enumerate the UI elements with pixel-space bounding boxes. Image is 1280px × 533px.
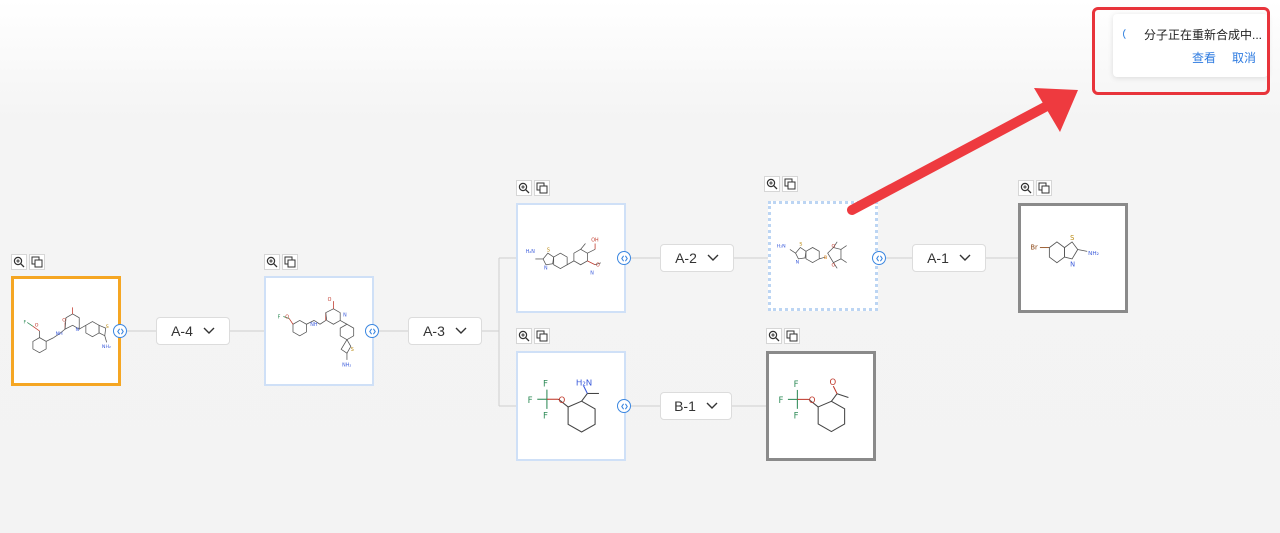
annotation-highlight-box bbox=[1092, 7, 1270, 95]
annotation-arrow bbox=[847, 88, 1078, 215]
